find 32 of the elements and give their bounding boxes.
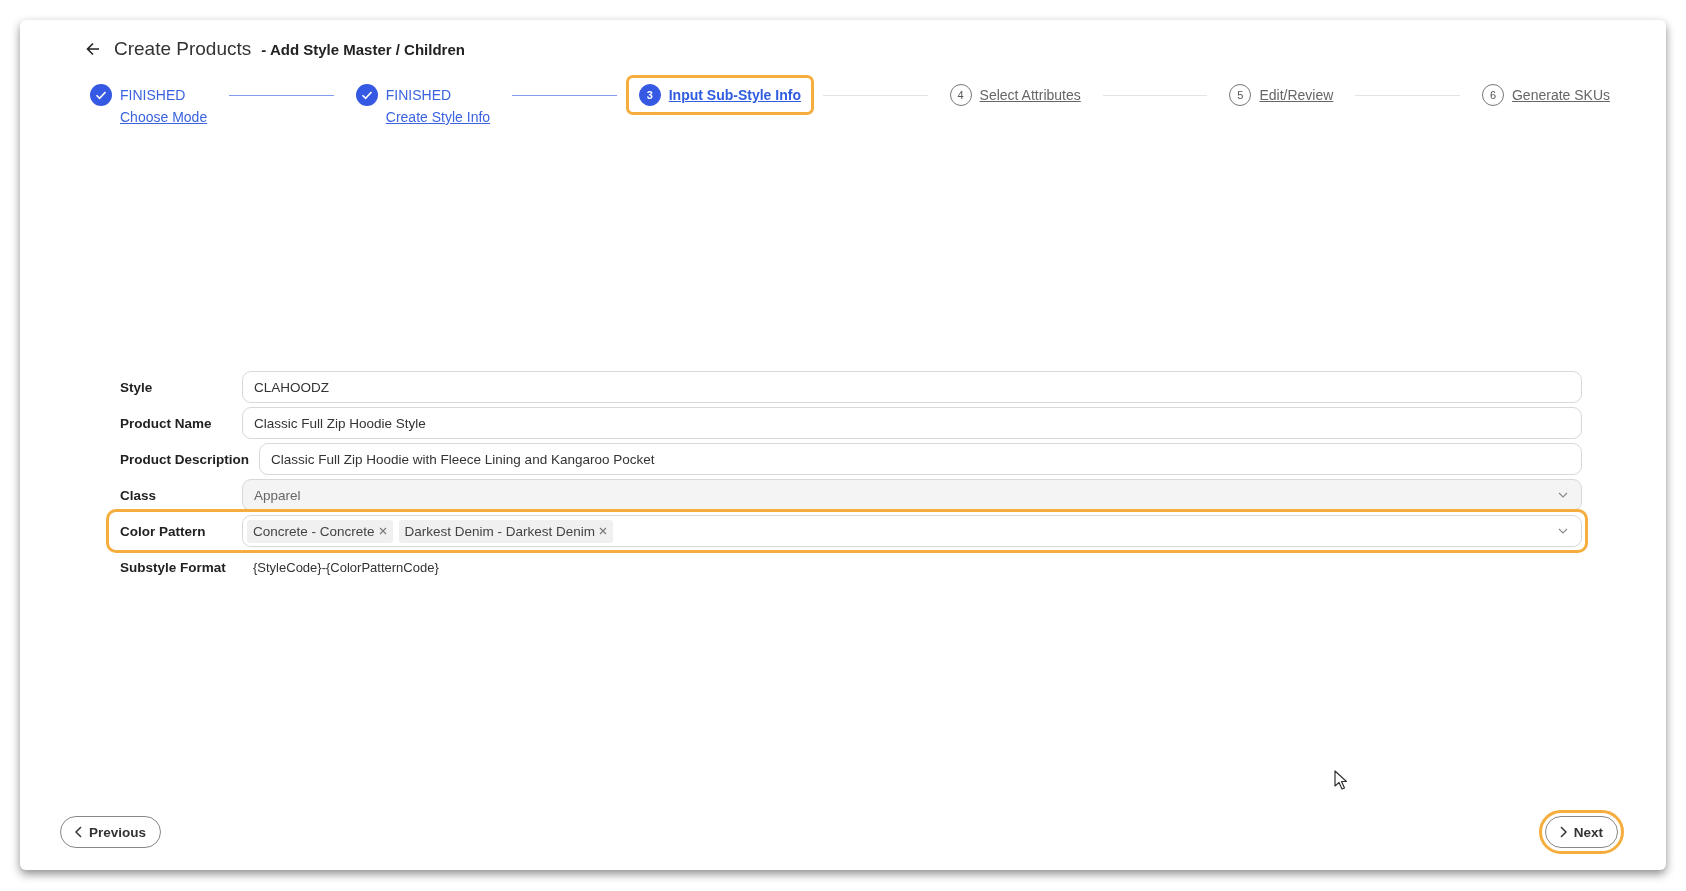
remove-icon[interactable]	[378, 527, 387, 535]
chevron-right-icon	[1559, 826, 1567, 838]
back-arrow-icon[interactable]	[86, 42, 100, 56]
page-subtitle: - Add Style Master / Children	[261, 40, 465, 58]
step-link[interactable]: Edit/Review	[1259, 87, 1334, 103]
field-label: Product Name	[119, 415, 213, 431]
field-label: Style	[119, 379, 154, 395]
page-title: Create Products	[114, 38, 252, 60]
step-link[interactable]: Select Attributes	[979, 87, 1081, 103]
mouse-pointer-icon	[1334, 770, 1348, 790]
step-status: FINISHED	[120, 87, 187, 103]
step-link[interactable]: Create Style Info	[385, 109, 491, 125]
text-field[interactable]: Classic Full Zip Hoodie with Fleece Lining and Kangaroo Pocket	[259, 443, 1582, 475]
text-field[interactable]: Classic Full Zip Hoodie Style	[242, 407, 1582, 439]
chevron-left-icon	[75, 826, 82, 838]
previous-button[interactable]: Previous	[60, 816, 162, 848]
tag-chip[interactable]: Darkest Denim - Darkest Denim	[398, 519, 614, 543]
format-text: {StyleCode}-{ColorPatternCode}	[252, 559, 439, 575]
step-status: FINISHED	[385, 87, 453, 103]
step-link[interactable]: Choose Mode	[120, 109, 208, 125]
field-label: Class	[119, 487, 158, 503]
field-label: Product Description	[119, 451, 249, 467]
multi-select-field[interactable]: Concrete - Concrete Darkest Denim - Darkest Denim	[242, 515, 1582, 547]
chevron-down-icon[interactable]	[1558, 528, 1568, 534]
step-link[interactable]: Generate SKUs	[1511, 87, 1611, 103]
field-label: Substyle Format	[119, 559, 227, 575]
tag-chip[interactable]: Concrete - Concrete	[247, 519, 393, 543]
step-link[interactable]: Input Sub-Style Info	[668, 87, 801, 103]
step-number: 3	[638, 84, 661, 106]
text-field[interactable]: CLAHOODZ	[242, 371, 1582, 403]
field-label: Color Pattern	[119, 523, 207, 539]
remove-icon[interactable]	[599, 527, 608, 535]
